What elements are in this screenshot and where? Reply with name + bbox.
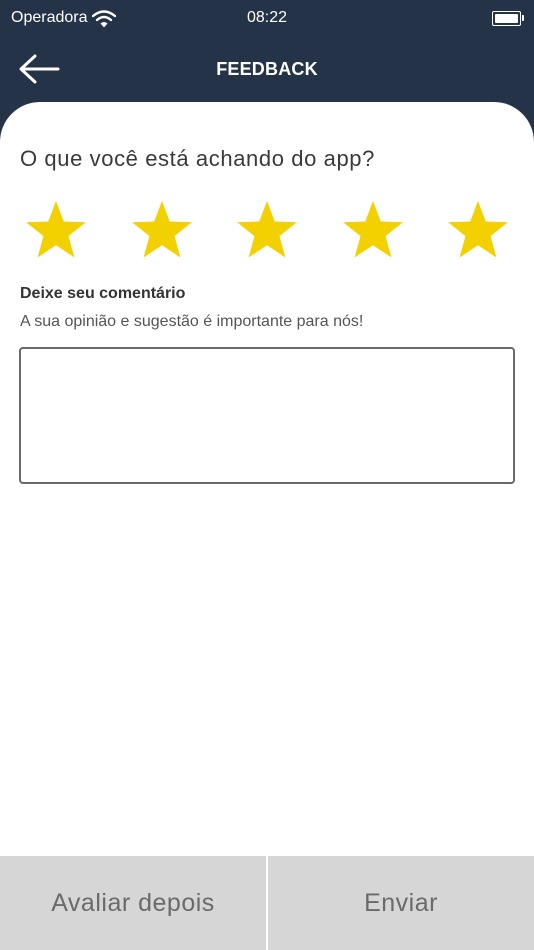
star-2-button[interactable] [126, 195, 198, 265]
star-1-button[interactable] [20, 195, 92, 265]
star-icon [342, 200, 403, 258]
star-4-button[interactable] [337, 195, 409, 265]
star-3-button[interactable] [231, 195, 303, 265]
comment-textarea[interactable] [19, 347, 515, 484]
comment-label: Deixe seu comentário [20, 285, 186, 302]
feedback-card: O que você está achando do app? Deixe se… [0, 102, 534, 856]
status-time: 08:22 [246, 9, 288, 26]
send-button[interactable]: Enviar [268, 856, 534, 950]
star-icon [448, 200, 508, 258]
page-title: FEEDBACK [216, 59, 318, 79]
star-icon [237, 200, 297, 258]
star-5-button[interactable] [442, 195, 514, 265]
bottom-action-bar: Avaliar depois Enviar [0, 856, 534, 950]
feedback-screen: Operadora 08:22 FEEDBACK O que você está… [0, 0, 534, 950]
star-rating [20, 195, 514, 265]
status-bar: Operadora 08:22 [0, 0, 534, 38]
nav-bar: FEEDBACK [0, 38, 534, 100]
star-icon [131, 200, 192, 258]
rate-later-button[interactable]: Avaliar depois [0, 856, 266, 950]
rating-question: O que você está achando do app? [20, 146, 375, 171]
star-icon [26, 200, 86, 258]
comment-hint: A sua opinião e sugestão é importante pa… [20, 313, 364, 330]
battery-icon [492, 11, 524, 26]
